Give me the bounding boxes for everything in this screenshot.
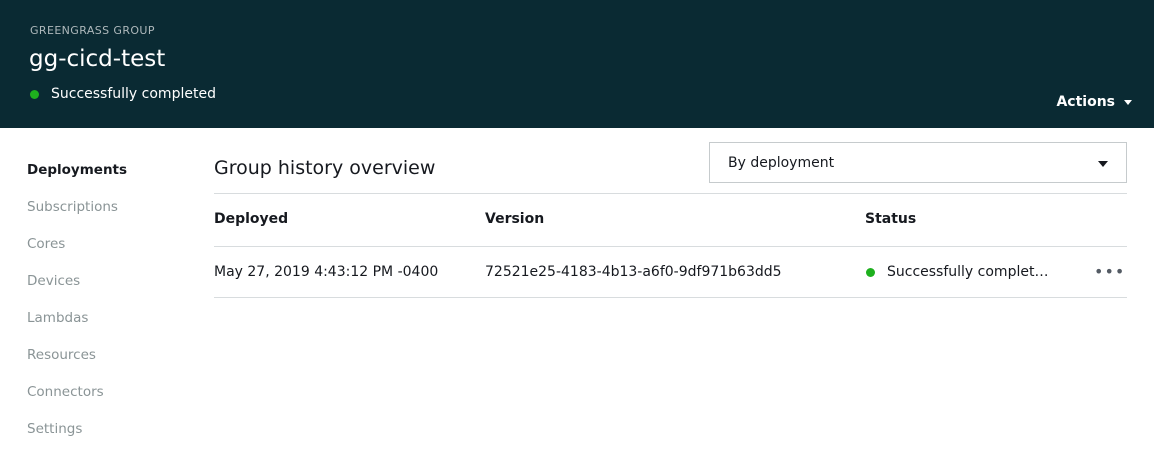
chevron-down-icon — [1098, 161, 1108, 167]
row-more-options-icon[interactable]: ••• — [1094, 262, 1125, 281]
sidebar-item-devices[interactable]: Devices — [27, 273, 177, 310]
divider — [214, 297, 1127, 298]
sidebar-item-settings[interactable]: Settings — [27, 421, 177, 458]
group-status-text: Successfully completed — [51, 86, 216, 102]
group-status: Successfully completed — [30, 86, 216, 102]
actions-label: Actions — [1056, 94, 1115, 110]
divider — [214, 246, 1127, 247]
deployed-cell: May 27, 2019 4:43:12 PM -0400 — [214, 264, 439, 280]
status-cell-text: Successfully complet… — [887, 264, 1049, 280]
sidebar-item-subscriptions[interactable]: Subscriptions — [27, 199, 177, 236]
column-header-status: Status — [865, 211, 917, 227]
sidebar-item-deployments[interactable]: Deployments — [27, 162, 177, 199]
caret-down-icon — [1124, 99, 1132, 105]
column-header-version: Version — [485, 211, 545, 227]
sidebar-item-cores[interactable]: Cores — [27, 236, 177, 273]
divider — [214, 193, 1127, 194]
sidebar-item-connectors[interactable]: Connectors — [27, 384, 177, 421]
page-title: Group history overview — [214, 157, 436, 179]
view-select-value: By deployment — [728, 154, 835, 171]
group-name: gg-cicd-test — [29, 46, 166, 72]
column-header-deployed: Deployed — [214, 211, 289, 227]
group-header: GREENGRASS GROUP gg-cicd-test Successful… — [0, 0, 1154, 128]
status-success-icon — [866, 267, 875, 277]
status-cell: Successfully complet… — [866, 264, 1048, 280]
status-success-icon — [30, 89, 39, 99]
sidebar-item-lambdas[interactable]: Lambdas — [27, 310, 177, 347]
version-cell: 72521e25-4183-4b13-a6f0-9df971b63dd5 — [485, 264, 782, 280]
sidebar-item-resources[interactable]: Resources — [27, 347, 177, 384]
group-type-label: GREENGRASS GROUP — [30, 24, 155, 37]
view-select-dropdown[interactable]: By deployment — [709, 142, 1127, 183]
sidebar-nav: Deployments Subscriptions Cores Devices … — [27, 162, 177, 458]
actions-button[interactable]: Actions — [1056, 94, 1132, 110]
